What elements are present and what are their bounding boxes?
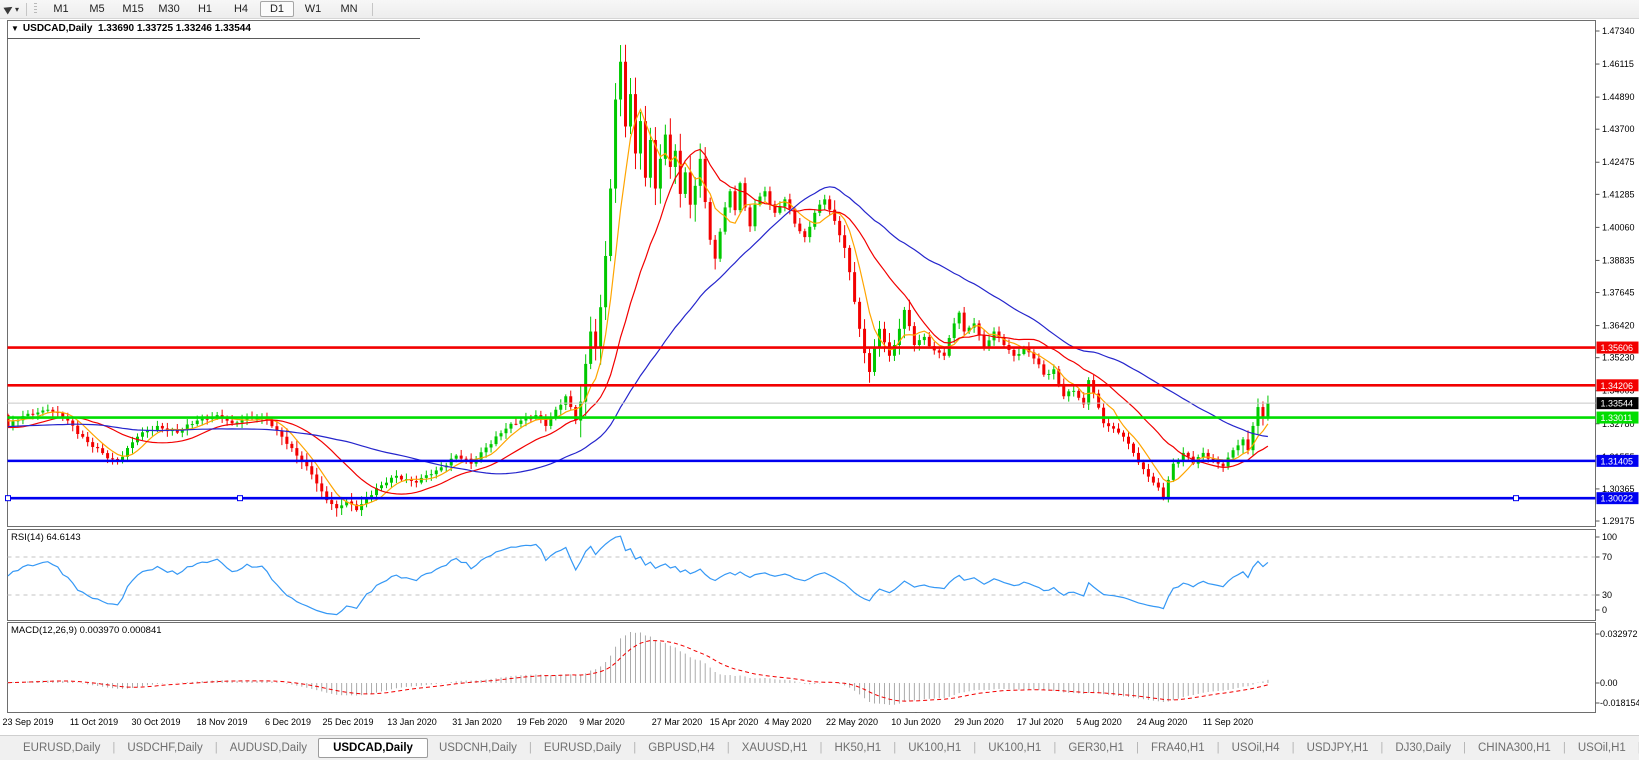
chart-tab-uk100-h1[interactable]: UK100,H1 xyxy=(897,740,972,756)
level-line-handle[interactable] xyxy=(1514,496,1519,501)
date-label: 18 Nov 2019 xyxy=(196,717,247,727)
rsi-panel: 100 70 30 0 xyxy=(8,532,1618,615)
date-label: 23 Sep 2019 xyxy=(2,717,53,727)
date-label: 24 Aug 2020 xyxy=(1137,717,1188,727)
timeframe-button-M15[interactable]: M15 xyxy=(116,1,150,17)
date-label: 25 Dec 2019 xyxy=(322,717,373,727)
date-label: 27 Mar 2020 xyxy=(652,717,703,727)
price-tick-label: 1.37645 xyxy=(1602,288,1635,298)
price-tick-label: 1.35230 xyxy=(1602,353,1635,363)
macd-panel xyxy=(8,632,1268,705)
timeframe-button-H1[interactable]: H1 xyxy=(188,1,222,17)
price-tick-label: 1.38835 xyxy=(1602,255,1635,265)
date-label: 31 Jan 2020 xyxy=(452,717,502,727)
timeframe-button-W1[interactable]: W1 xyxy=(296,1,330,17)
chart-ohlc-values: 1.33690 1.33725 1.33246 1.33544 xyxy=(98,23,251,34)
date-label: 9 Mar 2020 xyxy=(579,717,625,727)
timeframe-button-M5[interactable]: M5 xyxy=(80,1,114,17)
chart-tab-fra40-h1[interactable]: FRA40,H1 xyxy=(1140,740,1216,756)
date-label: 11 Sep 2020 xyxy=(1203,717,1253,727)
macd-indicator-label: MACD(12,26,9) 0.003970 0.000841 xyxy=(11,625,162,636)
chart-title: ▼ USDCAD,Daily 1.33690 1.33725 1.33246 1.… xyxy=(11,23,251,34)
level-line-handle[interactable] xyxy=(238,496,243,501)
price-tick-label: 1.36420 xyxy=(1602,321,1635,331)
chart-tab-uk100-h1[interactable]: UK100,H1 xyxy=(977,740,1052,756)
chart-tab-usdjpy-h1[interactable]: USDJPY,H1 xyxy=(1296,740,1380,756)
chart-tab-eurusd-daily[interactable]: EURUSD,Daily xyxy=(533,740,632,756)
date-label: 4 May 2020 xyxy=(764,717,811,727)
cursor-tool-icon[interactable] xyxy=(3,3,14,14)
toolbar-separator xyxy=(372,3,373,16)
date-label: 30 Oct 2019 xyxy=(131,717,180,727)
price-tick-label: 1.44890 xyxy=(1602,92,1635,102)
toolbar-grip[interactable] xyxy=(34,3,37,15)
date-label: 13 Jan 2020 xyxy=(387,717,437,727)
level-price-label: 1.34206 xyxy=(1601,381,1634,391)
collapse-icon[interactable]: ▼ xyxy=(11,24,19,33)
toolbar: ▾ M1M5M15M30H1H4D1W1MN xyxy=(0,0,1639,19)
date-label: 5 Aug 2020 xyxy=(1076,717,1122,727)
date-label: 29 Jun 2020 xyxy=(954,717,1004,727)
ma-slow-line xyxy=(8,187,1268,474)
level-price-label: 1.31405 xyxy=(1601,456,1634,466)
price-tick-label: 1.47340 xyxy=(1602,26,1635,36)
timeframe-button-D1[interactable]: D1 xyxy=(260,1,294,17)
chart-tab-xauusd-h1[interactable]: XAUUSD,H1 xyxy=(731,740,819,756)
chart-tab-usoil-h4[interactable]: USOil,H4 xyxy=(1221,740,1291,756)
chart-tab-dj30-daily[interactable]: DJ30,Daily xyxy=(1384,740,1462,756)
toolbar-separator xyxy=(26,3,27,16)
timeframe-button-H4[interactable]: H4 xyxy=(224,1,258,17)
date-axis[interactable]: 23 Sep 2019 11 Oct 2019 30 Oct 2019 18 Nov … xyxy=(0,713,1639,735)
chart-tab-ger30-h1[interactable]: GER30,H1 xyxy=(1057,740,1135,756)
level-price-label: 1.33011 xyxy=(1601,413,1633,423)
cursor-tool-dropdown-icon[interactable]: ▾ xyxy=(15,5,19,14)
rsi-tick-label: 30 xyxy=(1602,590,1612,600)
date-label: 6 Dec 2019 xyxy=(265,717,311,727)
chart-tab-china300-h1[interactable]: CHINA300,H1 xyxy=(1467,740,1562,756)
chart-tab-hk50-h1[interactable]: HK50,H1 xyxy=(824,740,893,756)
level-price-label: 1.30022 xyxy=(1601,494,1634,504)
macd-tick-label: 0.032972 xyxy=(1600,629,1638,639)
chart-tab-usdchf-daily[interactable]: USDCHF,Daily xyxy=(116,740,213,756)
timeframe-button-M1[interactable]: M1 xyxy=(44,1,78,17)
price-tick-label: 1.41285 xyxy=(1602,189,1635,199)
date-label: 15 Apr 2020 xyxy=(710,717,759,727)
macd-tick-label: -0.018154 xyxy=(1600,698,1639,708)
chart-tab-usdcnh-daily[interactable]: USDCNH,Daily xyxy=(428,740,528,756)
ma-fast-line xyxy=(8,109,1268,505)
price-axis[interactable]: 1.47340 1.46115 1.44890 1.43700 1.42475 1.412… xyxy=(1596,26,1639,526)
price-tick-label: 1.46115 xyxy=(1602,59,1634,69)
rsi-line xyxy=(8,536,1268,614)
bid-price-label: 1.33544 xyxy=(1601,399,1634,409)
rsi-tick-label: 0 xyxy=(1602,605,1607,615)
chart-tab-usdcad-daily[interactable]: USDCAD,Daily xyxy=(318,738,428,758)
level-line-handle[interactable] xyxy=(6,496,11,501)
price-tick-label: 1.40060 xyxy=(1602,222,1635,232)
chart-tab-gbpusd-h4[interactable]: GBPUSD,H4 xyxy=(637,740,725,756)
ma-mid-line xyxy=(8,149,1268,494)
macd-tick-label: 0.00 xyxy=(1600,678,1618,688)
rsi-tick-label: 100 xyxy=(1602,532,1617,542)
date-label: 11 Oct 2019 xyxy=(70,717,118,727)
chart-tab-audusd-daily[interactable]: AUDUSD,Daily xyxy=(219,740,318,756)
chart-symbol-label: USDCAD,Daily xyxy=(23,23,92,34)
rsi-indicator-label: RSI(14) 64.6143 xyxy=(11,532,81,543)
price-tick-label: 1.42475 xyxy=(1602,157,1635,167)
timeframe-button-M30[interactable]: M30 xyxy=(152,1,186,17)
date-label: 17 Jul 2020 xyxy=(1017,717,1064,727)
chart-tab-eurusd-daily[interactable]: EURUSD,Daily xyxy=(12,740,111,756)
price-tick-label: 1.29175 xyxy=(1602,516,1635,526)
rsi-tick-label: 70 xyxy=(1602,552,1612,562)
chart-tab-bar: EURUSD,Daily|USDCHF,Daily|AUDUSD,DailyUS… xyxy=(0,735,1639,760)
panel-frames xyxy=(8,21,1596,713)
chart-tab-usoil-h1[interactable]: USOil,H1 xyxy=(1567,740,1637,756)
timeframe-button-MN[interactable]: MN xyxy=(332,1,366,17)
price-tick-label: 1.43700 xyxy=(1602,124,1635,134)
level-price-label: 1.35606 xyxy=(1601,343,1634,353)
date-label: 22 May 2020 xyxy=(826,717,878,727)
chart-canvas[interactable]: 1.47340 1.46115 1.44890 1.43700 1.42475 1.412… xyxy=(0,0,1639,760)
date-label: 19 Feb 2020 xyxy=(517,717,568,727)
macd-signal-line xyxy=(8,641,1268,702)
date-label: 10 Jun 2020 xyxy=(891,717,941,727)
